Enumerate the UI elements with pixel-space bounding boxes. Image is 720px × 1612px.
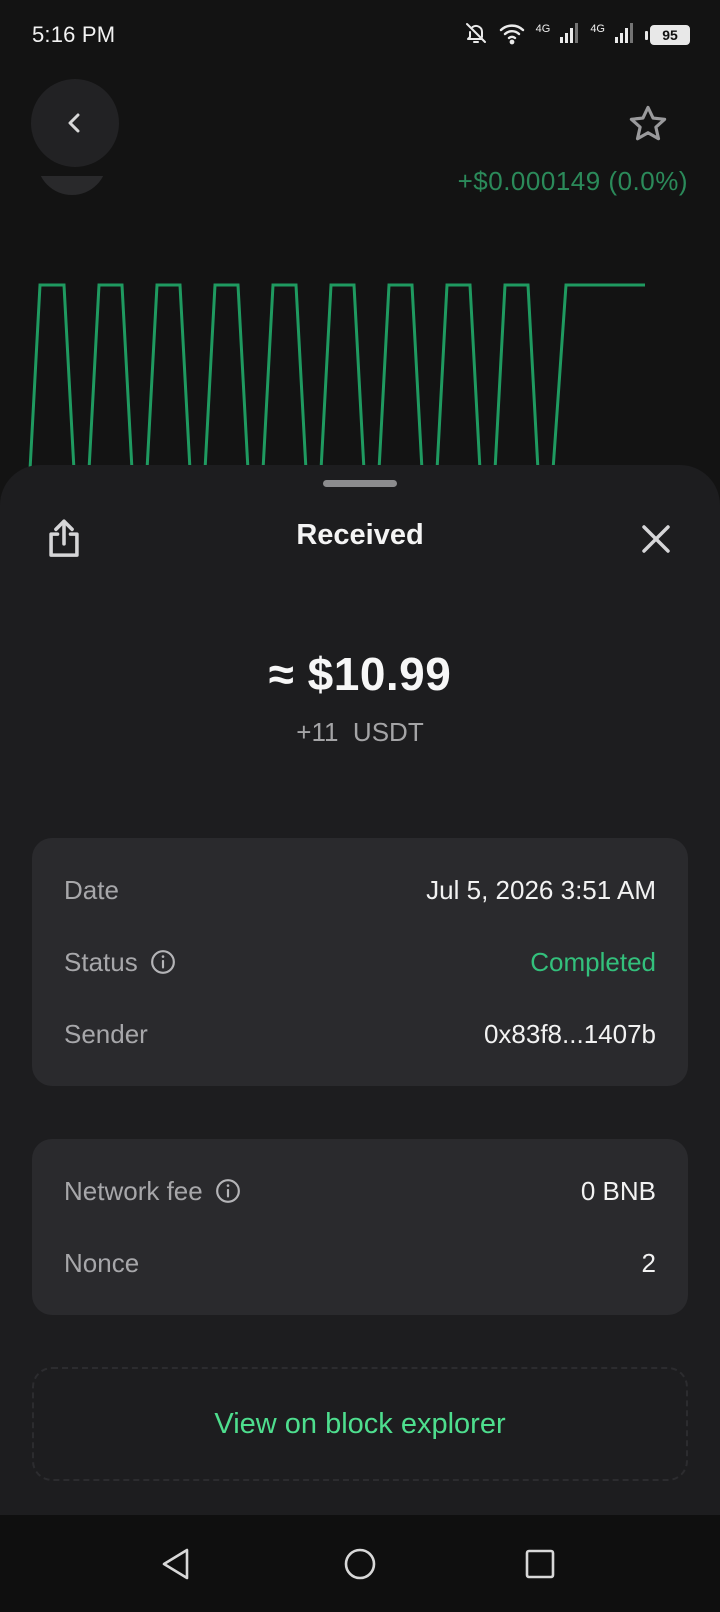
detail-row-date: Date Jul 5, 2026 3:51 AM: [64, 870, 656, 910]
view-on-block-explorer-button[interactable]: View on block explorer: [32, 1367, 688, 1481]
amount-token: +11 USDT: [296, 717, 424, 747]
back-triangle-icon: [162, 1548, 189, 1580]
detail-row-sender: Sender 0x83f8...1407b: [64, 1014, 656, 1054]
detail-label: Network fee: [64, 1176, 241, 1207]
nav-recents-button[interactable]: [518, 1542, 562, 1586]
info-icon[interactable]: [215, 1178, 241, 1204]
network-label-1: 4G: [535, 23, 551, 35]
fees-card: Network fee 0 BNB Nonce 2: [32, 1139, 688, 1315]
status-icons: 4G 4G 95: [464, 20, 690, 50]
detail-label: Nonce: [64, 1247, 140, 1278]
wifi-icon: [498, 21, 526, 50]
screen: 5:16 PM 4G 4G 95 +$0.000149 (0.0%) Recei…: [0, 0, 720, 1612]
price-change: +$0.000149 (0.0%): [457, 166, 688, 196]
battery-icon: 95: [645, 25, 690, 45]
price-chart: [28, 283, 645, 470]
status-badge: Completed: [530, 946, 656, 977]
favorite-button[interactable]: [624, 100, 672, 148]
detail-label: Sender: [64, 1018, 148, 1049]
amount-fiat: ≈ $10.99: [268, 648, 452, 700]
navigation-bar: [0, 1515, 720, 1612]
network-fee-value: 0 BNB: [580, 1175, 656, 1206]
signal-icon: [560, 22, 580, 49]
close-icon: [642, 525, 670, 553]
close-button[interactable]: [632, 515, 680, 563]
detail-value-date: Jul 5, 2026 3:51 AM: [426, 874, 656, 905]
transaction-sheet: Received ≈ $10.99 +11 USDT Date Jul 5, 2…: [0, 465, 720, 1515]
detail-row-network-fee: Network fee 0 BNB: [64, 1171, 656, 1211]
nav-home-button[interactable]: [338, 1542, 382, 1586]
bell-off-icon: [464, 21, 488, 50]
star-outline-icon: [629, 105, 667, 141]
sheet-title: Received: [296, 519, 424, 551]
sender-address[interactable]: 0x83f8...1407b: [484, 1019, 656, 1050]
chevron-left-icon: [68, 113, 80, 133]
signal-icon: [615, 22, 635, 49]
nonce-value: 2: [641, 1247, 656, 1278]
back-button[interactable]: [31, 79, 119, 167]
info-icon[interactable]: [150, 949, 176, 975]
status-time: 5:16 PM: [32, 22, 116, 47]
detail-label: Date: [64, 874, 119, 905]
detail-row-status: Status Completed: [64, 942, 656, 982]
battery-cap: [645, 30, 648, 40]
price-chart-line: [28, 283, 645, 470]
nav-back-button[interactable]: [154, 1542, 198, 1586]
network-label-2: 4G: [590, 23, 605, 35]
detail-label: Status: [64, 947, 176, 978]
details-card: Date Jul 5, 2026 3:51 AM Status Complete…: [32, 838, 688, 1086]
detail-row-nonce: Nonce 2: [64, 1243, 656, 1283]
home-circle-icon: [344, 1548, 376, 1580]
status-bar: 5:16 PM 4G 4G 95: [0, 0, 720, 72]
battery-level: 95: [650, 25, 690, 45]
sheet-drag-handle[interactable]: [323, 480, 397, 487]
recents-square-icon: [525, 1549, 555, 1579]
